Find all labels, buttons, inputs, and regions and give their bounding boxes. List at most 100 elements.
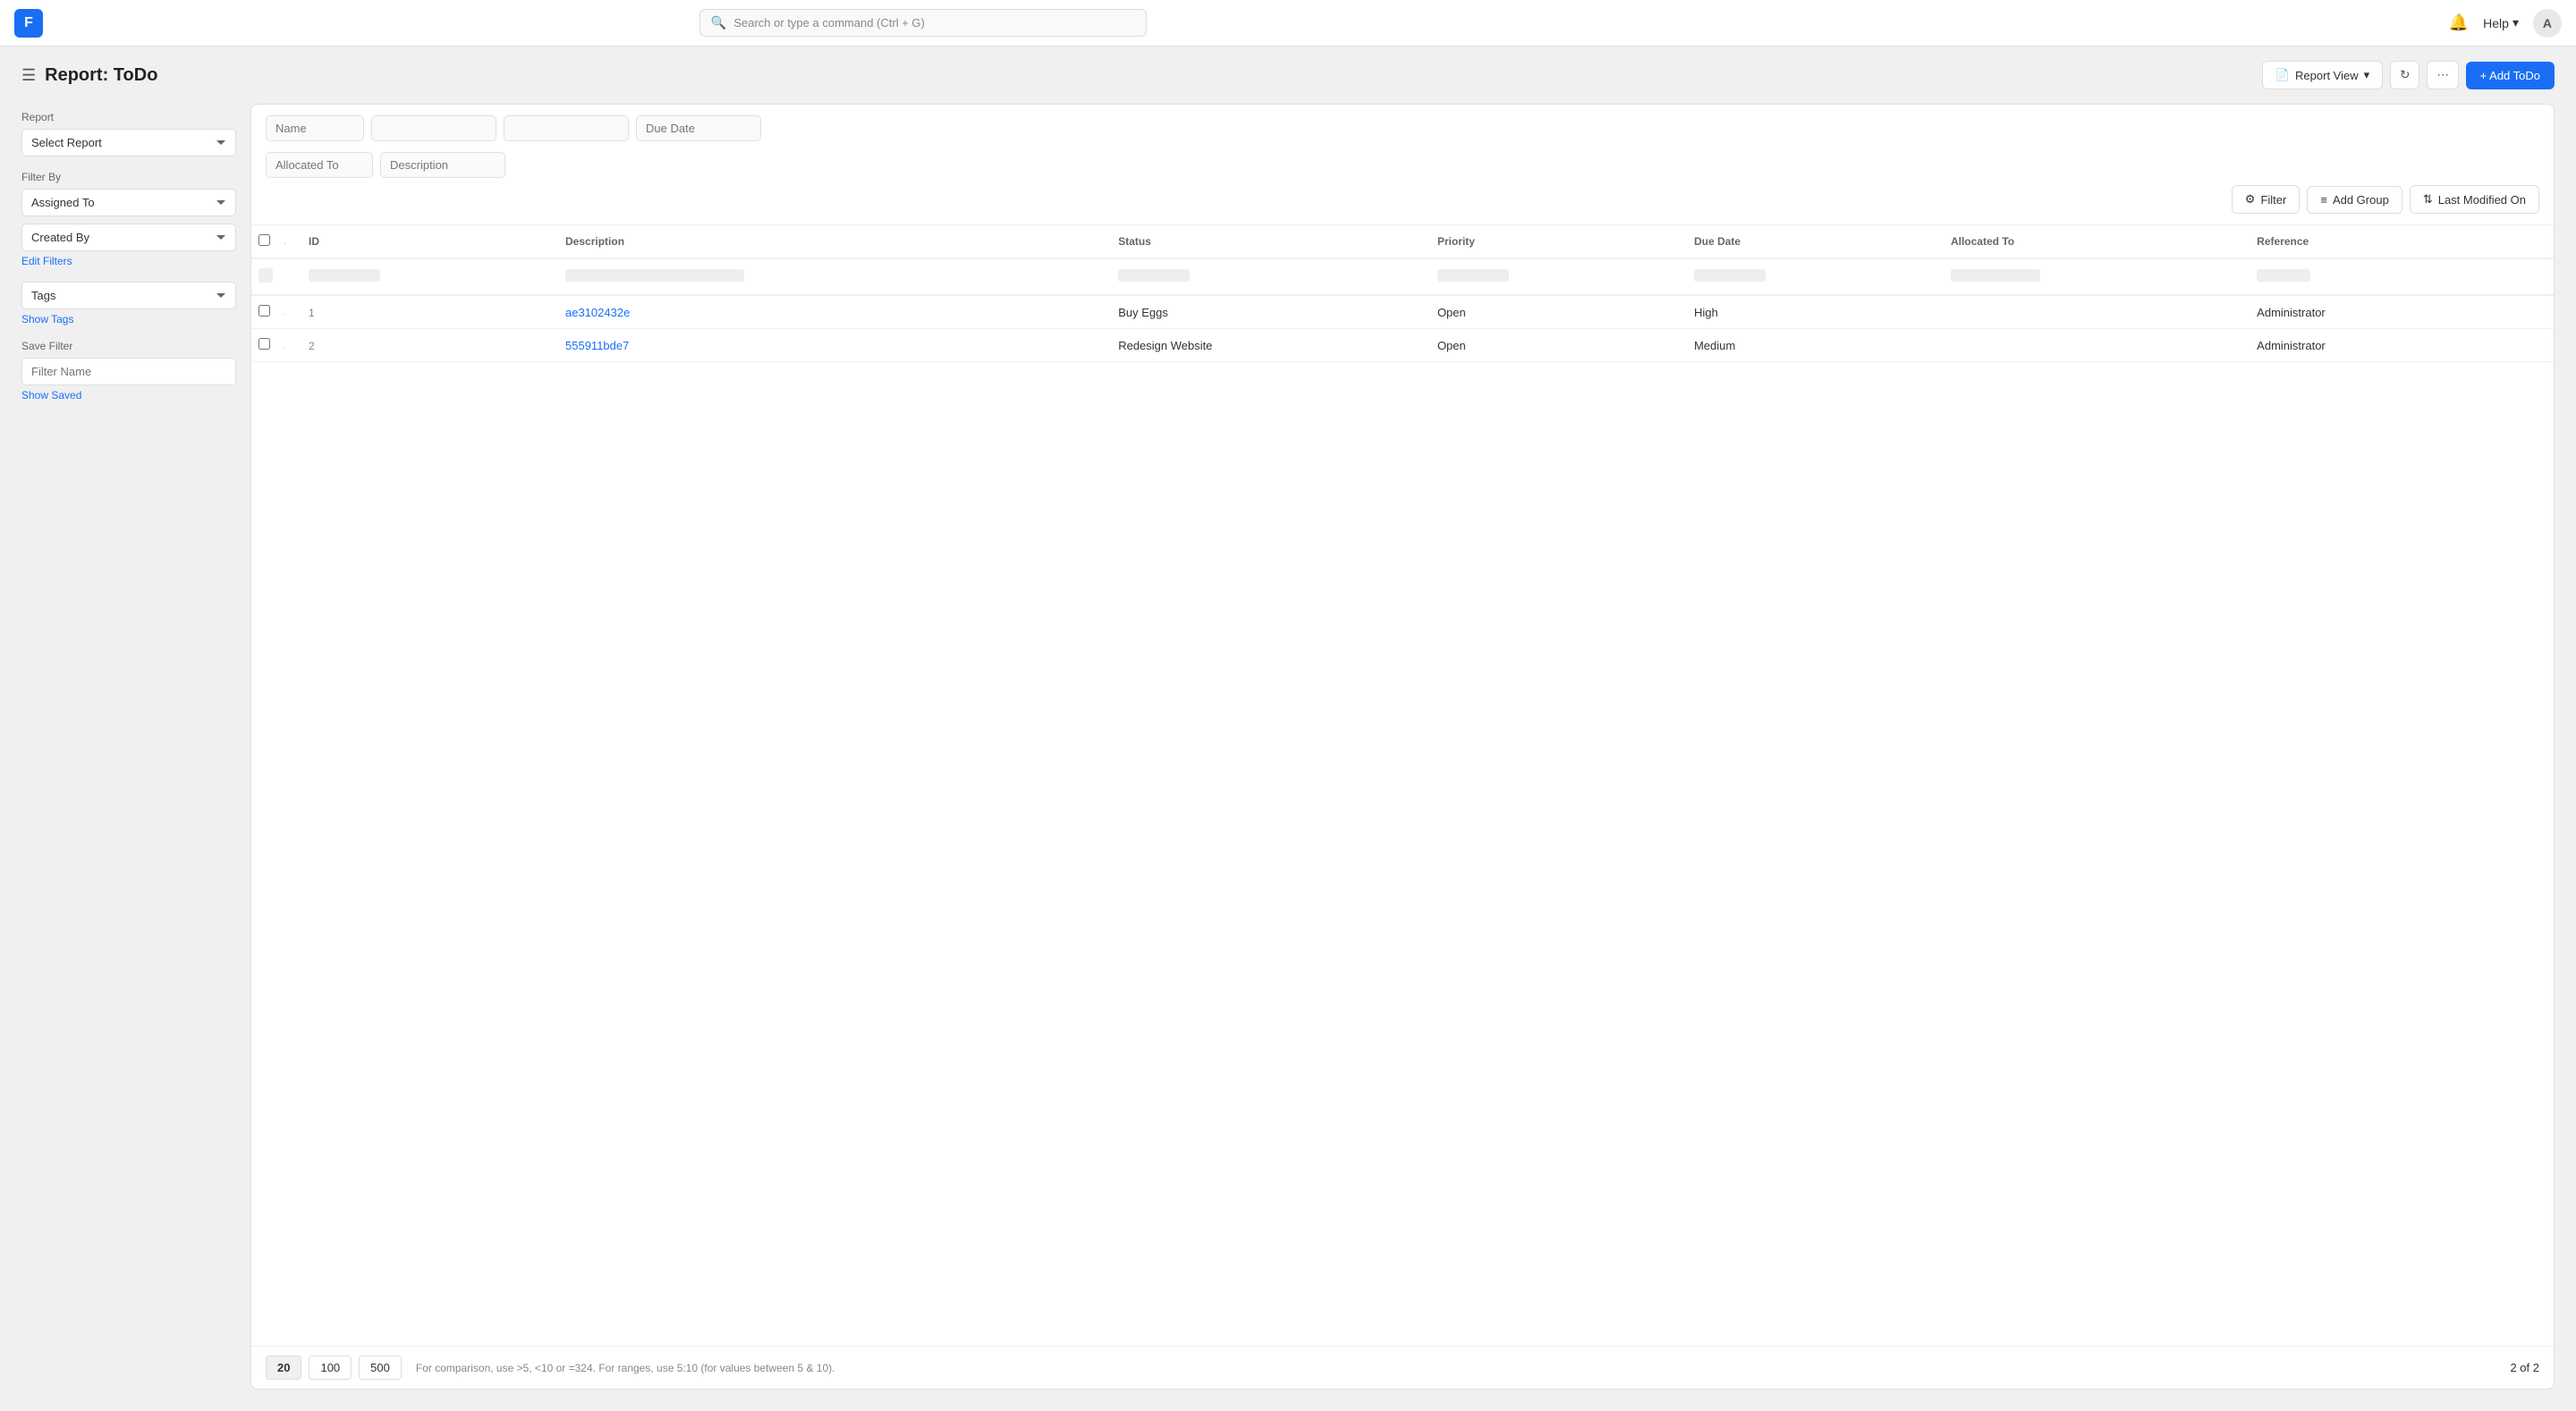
page-size-20-button[interactable]: 20: [266, 1356, 301, 1380]
header-due-date: Due Date: [1683, 225, 1940, 258]
row-checkbox[interactable]: [258, 338, 270, 350]
search-icon: 🔍: [711, 15, 726, 30]
more-icon: ⋯: [2436, 68, 2448, 81]
row-reference: [2495, 329, 2554, 362]
app-logo[interactable]: F: [14, 9, 43, 38]
add-todo-button[interactable]: + Add ToDo: [2466, 62, 2555, 89]
due-date-filter-input[interactable]: [636, 115, 761, 141]
show-saved-link[interactable]: Show Saved: [21, 389, 81, 401]
refresh-button[interactable]: ↻: [2390, 61, 2419, 89]
col2-filter-input[interactable]: [371, 115, 496, 141]
filter-button[interactable]: ⚙ Filter: [2232, 185, 2301, 214]
skeleton-row: [251, 258, 2554, 295]
row-due-date: [1940, 329, 2246, 362]
select-report-dropdown[interactable]: Select Report: [21, 129, 236, 156]
add-group-icon: ≡: [2320, 193, 2327, 207]
navbar-right: 🔔 Help ▾ A: [2449, 9, 2562, 38]
row-num-cell: 1: [298, 295, 555, 329]
main-content: Report Select Report Filter By Assigned …: [0, 104, 2576, 1411]
help-label: Help: [2483, 16, 2509, 30]
row-dot: .: [280, 329, 298, 362]
report-view-button[interactable]: 📄 Report View ▾: [2262, 61, 2383, 89]
select-all-checkbox[interactable]: [258, 234, 270, 246]
filter-label: Filter: [2260, 193, 2286, 207]
row-allocated-to: Administrator: [2246, 329, 2495, 362]
assigned-to-dropdown[interactable]: Assigned To: [21, 189, 236, 216]
add-todo-label: + Add ToDo: [2480, 69, 2540, 82]
navbar: F 🔍 Search or type a command (Ctrl + G) …: [0, 0, 2576, 46]
created-by-dropdown[interactable]: Created By: [21, 224, 236, 251]
header-id: ID: [298, 225, 555, 258]
header-allocated-to: Allocated To: [1940, 225, 2246, 258]
header-checkbox-cell: [251, 225, 280, 258]
page-size-500-button[interactable]: 500: [359, 1356, 402, 1380]
footer-count: 2 of 2: [2510, 1361, 2539, 1374]
chevron-down-icon: ▾: [2512, 15, 2519, 30]
table-row: . 2 555911bde7 Redesign Website Open Med…: [251, 329, 2554, 362]
row-id-cell[interactable]: 555911bde7: [555, 329, 1107, 362]
chevron-down-icon: ▾: [2364, 68, 2370, 82]
avatar[interactable]: A: [2533, 9, 2562, 38]
table-footer: 20 100 500 For comparison, use >5, <10 o…: [251, 1346, 2554, 1389]
table-row: . 1 ae3102432e Buy Eggs Open High Admini…: [251, 295, 2554, 329]
header-priority: Priority: [1427, 225, 1683, 258]
sidebar: Report Select Report Filter By Assigned …: [21, 104, 236, 1390]
sort-icon: ⇅: [2423, 192, 2433, 207]
tags-dropdown[interactable]: Tags: [21, 282, 236, 309]
filter-name-input[interactable]: [21, 358, 236, 385]
filter-by-label: Filter By: [21, 171, 236, 183]
page-title: Report: ToDo: [45, 65, 157, 86]
row-dot: .: [280, 295, 298, 329]
header-description: Description: [555, 225, 1107, 258]
add-group-button[interactable]: ≡ Add Group: [2307, 186, 2402, 214]
refresh-icon: ↻: [2400, 68, 2410, 81]
table-container: ⚙ Filter ≡ Add Group ⇅ Last Modified On: [250, 104, 2555, 1390]
row-allocated-to: Administrator: [2246, 295, 2495, 329]
row-checkbox-cell: [251, 295, 280, 329]
header-dot-cell: .: [280, 225, 298, 258]
page: ☰ Report: ToDo 📄 Report View ▾ ↻ ⋯ + Add…: [0, 46, 2576, 1411]
report-label: Report: [21, 111, 236, 123]
last-modified-button[interactable]: ⇅ Last Modified On: [2410, 185, 2539, 214]
filter-icon: ⚙: [2245, 192, 2256, 207]
edit-filters-link[interactable]: Edit Filters: [21, 255, 72, 267]
search-bar[interactable]: 🔍 Search or type a command (Ctrl + G): [699, 9, 1147, 37]
header-status: Status: [1107, 225, 1427, 258]
row-status: Open: [1427, 295, 1683, 329]
row-checkbox-cell: [251, 329, 280, 362]
logo-letter: F: [24, 15, 33, 31]
bell-icon[interactable]: 🔔: [2449, 13, 2469, 32]
col3-filter-input[interactable]: [504, 115, 629, 141]
data-table: . ID Description Status Priority Due Dat…: [251, 225, 2554, 1346]
show-tags-link[interactable]: Show Tags: [21, 313, 73, 325]
description-filter-input[interactable]: [380, 152, 505, 178]
page-title-area: ☰ Report: ToDo: [21, 65, 157, 86]
row-priority: High: [1683, 295, 1940, 329]
footer-hint: For comparison, use >5, <10 or =324. For…: [416, 1362, 835, 1374]
report-view-label: Report View: [2295, 69, 2359, 82]
more-button[interactable]: ⋯: [2427, 61, 2458, 89]
row-checkbox[interactable]: [258, 305, 270, 317]
table-toolbar: ⚙ Filter ≡ Add Group ⇅ Last Modified On: [251, 105, 2554, 225]
help-button[interactable]: Help ▾: [2483, 15, 2519, 30]
row-status: Open: [1427, 329, 1683, 362]
avatar-letter: A: [2543, 16, 2552, 30]
sidebar-filter-section: Filter By Assigned To Created By Edit Fi…: [21, 171, 236, 267]
row-priority: Medium: [1683, 329, 1940, 362]
row-num-cell: 2: [298, 329, 555, 362]
page-actions: 📄 Report View ▾ ↻ ⋯ + Add ToDo: [2262, 61, 2555, 89]
name-filter-input[interactable]: [266, 115, 364, 141]
row-id-cell[interactable]: ae3102432e: [555, 295, 1107, 329]
save-filter-label: Save Filter: [21, 340, 236, 352]
row-description: Buy Eggs: [1107, 295, 1427, 329]
report-icon: 📄: [2275, 68, 2290, 82]
todo-table: . ID Description Status Priority Due Dat…: [251, 225, 2554, 362]
row-due-date: [1940, 295, 2246, 329]
table-header-row: . ID Description Status Priority Due Dat…: [251, 225, 2554, 258]
sidebar-toggle-icon[interactable]: ☰: [21, 66, 36, 85]
page-header: ☰ Report: ToDo 📄 Report View ▾ ↻ ⋯ + Add…: [0, 46, 2576, 104]
allocated-filter-input[interactable]: [266, 152, 373, 178]
sidebar-save-filter-section: Save Filter Show Saved: [21, 340, 236, 401]
page-size-100-button[interactable]: 100: [309, 1356, 352, 1380]
sidebar-report-section: Report Select Report: [21, 111, 236, 156]
